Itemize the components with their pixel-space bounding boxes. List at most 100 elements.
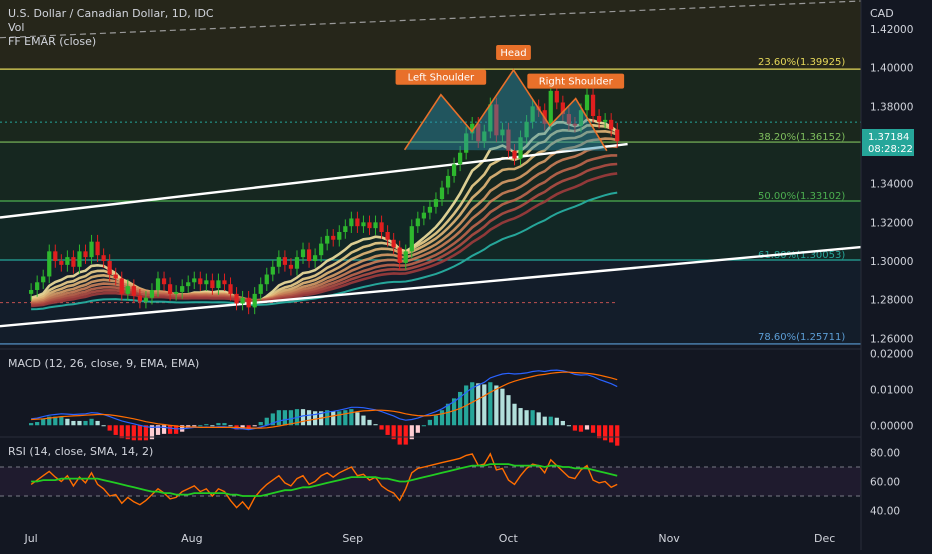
candle-body — [596, 116, 602, 122]
macd-histogram-bar — [421, 425, 426, 427]
macd-histogram-bar — [131, 425, 136, 441]
candle-body — [29, 290, 34, 294]
candle-body — [349, 218, 354, 227]
macd-histogram-bar — [71, 420, 76, 426]
rsi-band-fill — [0, 467, 861, 496]
time-tick-label: Nov — [658, 532, 680, 545]
macd-histogram-bar — [113, 425, 118, 435]
candle-body — [300, 249, 306, 258]
macd-histogram-bar — [494, 385, 499, 426]
chart-root: 23.60%(1.39925) 38.20%(1.36152) 50.00%(1.3… — [0, 0, 932, 550]
macd-title: MACD (12, 26, close, 9, EMA, EMA) — [8, 357, 199, 370]
rsi-tick-label: 80.00 — [870, 448, 900, 460]
macd-histogram-bar — [355, 412, 360, 426]
macd-histogram-bar — [107, 425, 112, 431]
price-badge: 1.37184 08:28:22 — [862, 129, 914, 156]
candle-body — [167, 284, 173, 294]
candle-body — [95, 241, 100, 256]
candle-body — [83, 251, 88, 258]
macd-tick-label: 0.00000 — [870, 420, 913, 432]
candle-body — [77, 251, 82, 267]
macd-histogram-bar — [331, 411, 336, 426]
candle-body — [258, 284, 263, 294]
candle-body — [161, 278, 167, 285]
macd-histogram-bar — [343, 410, 348, 426]
candle-body — [180, 286, 185, 292]
candle-body — [294, 257, 300, 269]
macd-histogram-bar — [95, 420, 100, 426]
macd-histogram-bar — [161, 425, 167, 434]
macd-histogram-bar — [427, 419, 433, 426]
candle-body — [361, 222, 366, 227]
macd-tick-label: 0.02000 — [870, 349, 913, 361]
candle-body — [379, 222, 384, 232]
macd-histogram-bar — [596, 425, 602, 439]
candle-body — [131, 286, 136, 296]
chart-title: U.S. Dollar / Canadian Dollar, 1D, IDC — [8, 7, 214, 20]
macd-histogram-bar — [584, 425, 590, 430]
fib-label: 78.60%(1.25711) — [758, 332, 845, 343]
candle-body — [584, 94, 590, 111]
candle-body — [246, 297, 251, 308]
candle-body — [35, 282, 40, 290]
macd-histogram-bar — [192, 425, 197, 427]
macd-histogram-bar — [143, 425, 149, 441]
candle-body — [355, 218, 360, 227]
candle-body — [107, 261, 112, 275]
candle-body — [590, 94, 596, 116]
currency-label: CAD — [870, 7, 894, 20]
macd-histogram-bar — [137, 425, 142, 441]
macd-histogram-bar — [228, 425, 233, 427]
candle-body — [331, 235, 336, 240]
candle-body — [125, 286, 130, 294]
macd-histogram-bar — [506, 395, 511, 426]
left-shoulder-label: Left Shoulder — [408, 73, 475, 84]
macd-histogram-bar — [300, 409, 306, 426]
macd-histogram-bar — [397, 425, 402, 445]
macd-histogram-bar — [566, 425, 571, 427]
macd-histogram-bar — [216, 423, 221, 426]
fib-zone — [0, 142, 861, 202]
macd-histogram-bar — [167, 425, 173, 434]
macd-histogram-bar — [276, 410, 281, 426]
price-badge-value: 1.37184 — [868, 132, 909, 143]
candle-body — [306, 249, 312, 261]
right-shoulder-label: Right Shoulder — [539, 77, 614, 88]
macd-histogram-bar — [222, 423, 227, 426]
candle-body — [89, 241, 94, 258]
candle-body — [451, 164, 457, 176]
macd-histogram-bar — [445, 403, 451, 426]
candle-body — [47, 251, 52, 277]
rsi-title: RSI (14, close, SMA, 14, 2) — [8, 445, 153, 458]
macd-histogram-bar — [609, 425, 614, 443]
macd-histogram-bar — [306, 410, 312, 426]
candle-body — [186, 282, 191, 287]
candle-body — [240, 297, 245, 304]
candle-body — [41, 276, 46, 283]
macd-histogram-bar — [385, 425, 390, 435]
candle-body — [373, 222, 378, 229]
macd-histogram-bar — [476, 383, 481, 426]
candle-body — [282, 257, 288, 265]
candle-body — [337, 232, 342, 240]
macd-histogram-bar — [119, 425, 124, 439]
fib-zone — [0, 259, 861, 344]
rsi-tick-label: 60.00 — [870, 477, 900, 489]
candle-body — [325, 235, 330, 244]
candle-body — [174, 291, 179, 294]
macd-histogram-bar — [615, 425, 620, 446]
candle-body — [210, 280, 215, 289]
candle-body — [101, 255, 106, 261]
macd-histogram-bar — [29, 423, 34, 426]
candle-body — [276, 257, 281, 267]
macd-histogram-bar — [210, 425, 215, 427]
macd-histogram-bar — [403, 425, 408, 445]
price-tick-label: 1.26000 — [870, 333, 913, 345]
candle-body — [222, 280, 227, 285]
candle-body — [603, 119, 608, 122]
candle-body — [198, 278, 203, 285]
macd-histogram-bar — [518, 408, 523, 426]
macd-histogram-bar — [524, 410, 529, 426]
price-tick-label: 1.34000 — [870, 179, 913, 191]
candle-body — [512, 150, 517, 159]
